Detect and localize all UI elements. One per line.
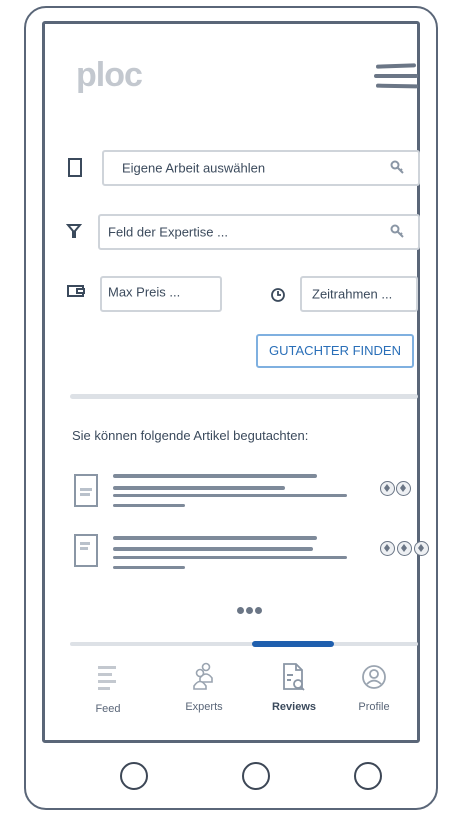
find-reviewer-button[interactable]: GUTACHTER FINDEN xyxy=(256,334,414,368)
hamburger-menu-icon[interactable] xyxy=(374,63,422,92)
nav-feed[interactable]: Feed xyxy=(68,664,148,715)
phone-screen xyxy=(42,21,420,743)
article-text-line xyxy=(113,504,185,507)
clock-icon xyxy=(271,288,285,302)
reviews-icon xyxy=(283,663,305,691)
article-document-icon xyxy=(74,534,98,567)
hardware-menu-button[interactable] xyxy=(354,762,382,790)
reviewer-badge-icon xyxy=(397,541,412,556)
nav-reviews[interactable]: Reviews xyxy=(254,662,334,713)
experts-icon xyxy=(193,662,213,690)
hardware-back-button[interactable] xyxy=(120,762,148,790)
search-icon xyxy=(390,224,404,238)
max-price-input[interactable]: Max Preis ... xyxy=(100,276,222,312)
reviewer-badge-icon xyxy=(380,481,395,496)
expertise-search-placeholder: Feld der Expertise ... xyxy=(108,224,228,240)
nav-profile-label: Profile xyxy=(358,701,390,713)
max-price-placeholder: Max Preis ... xyxy=(108,284,181,300)
profile-icon xyxy=(362,665,386,689)
feed-icon xyxy=(98,666,116,690)
article-title-line xyxy=(113,474,317,478)
article-document-icon xyxy=(74,474,98,507)
pager-track xyxy=(70,642,418,646)
articles-heading: Sie können folgende Artikel begutachten: xyxy=(72,428,309,443)
work-search-input[interactable]: Eigene Arbeit auswählen xyxy=(102,150,420,186)
article-text-line xyxy=(113,547,313,551)
article-text-line xyxy=(113,486,285,490)
nav-reviews-label: Reviews xyxy=(271,701,317,713)
reviewer-badge-icon xyxy=(380,541,395,556)
nav-feed-label: Feed xyxy=(95,703,121,715)
timeframe-placeholder: Zeitrahmen ... xyxy=(312,286,393,302)
reviewer-badge-icon xyxy=(414,541,429,556)
search-icon xyxy=(390,160,404,174)
reviewer-badge-icon xyxy=(396,481,411,496)
expertise-search-input[interactable]: Feld der Expertise ... xyxy=(98,214,420,250)
pager-active-indicator xyxy=(252,641,334,647)
nav-experts-label: Experts xyxy=(185,701,223,713)
hardware-home-button[interactable] xyxy=(242,762,270,790)
article-text-line xyxy=(113,566,185,569)
article-text-line xyxy=(113,556,347,559)
document-icon xyxy=(68,158,82,177)
filter-icon xyxy=(66,224,82,238)
more-items-dots[interactable] xyxy=(236,601,263,619)
app-logo: ploc xyxy=(76,56,143,94)
work-search-placeholder: Eigene Arbeit auswählen xyxy=(122,160,266,176)
section-divider xyxy=(70,394,418,399)
article-text-line xyxy=(113,494,347,497)
wallet-icon xyxy=(67,285,85,297)
timeframe-input[interactable]: Zeitrahmen ... xyxy=(300,276,418,312)
article-title-line xyxy=(113,536,317,540)
nav-profile[interactable]: Profile xyxy=(334,664,414,713)
nav-experts[interactable]: Experts xyxy=(164,662,244,713)
